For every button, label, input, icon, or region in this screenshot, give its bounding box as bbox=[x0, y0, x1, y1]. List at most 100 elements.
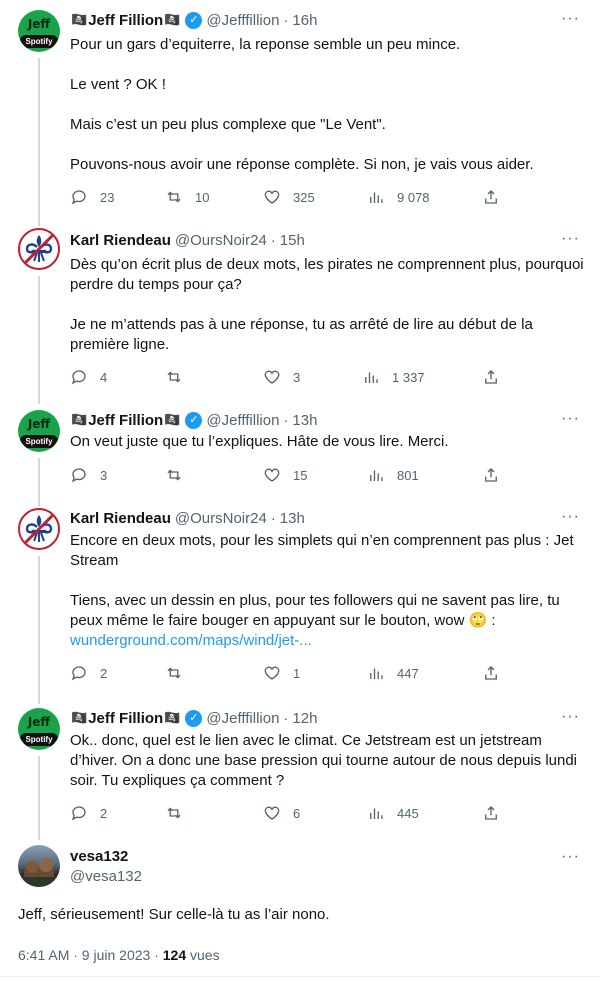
tweet-header: 🏴‍☠️ Jeff Fillion 🏴‍☠️ ✓ @Jefffillion · … bbox=[71, 411, 318, 429]
author-name[interactable]: Karl Riendeau bbox=[70, 232, 171, 249]
reply-button[interactable]: 2 bbox=[70, 804, 107, 822]
tweet-text: Dès qu’on écrit plus de deux mots, les p… bbox=[70, 256, 584, 353]
like-icon bbox=[264, 468, 280, 482]
retweet-button[interactable] bbox=[165, 804, 195, 822]
author-handle[interactable]: @vesa132 bbox=[70, 868, 142, 885]
tweet-time[interactable]: 15h bbox=[280, 232, 305, 249]
retweet-icon bbox=[167, 807, 181, 819]
author-handle[interactable]: @Jefffillion bbox=[206, 710, 279, 727]
share-button[interactable] bbox=[482, 188, 500, 206]
like-button[interactable]: 325 bbox=[263, 188, 315, 206]
tweet-time[interactable]: 16h bbox=[292, 12, 317, 29]
retweet-button[interactable] bbox=[165, 664, 195, 682]
tweet-time[interactable]: 13h bbox=[292, 412, 317, 429]
avatar[interactable]: Jeff Spotify bbox=[18, 708, 60, 750]
avatar[interactable] bbox=[18, 845, 60, 887]
tweet-actions: 2 6 445 bbox=[70, 804, 530, 824]
retweet-button[interactable] bbox=[165, 466, 195, 484]
author-handle[interactable]: @Jefffillion bbox=[206, 12, 279, 29]
tweet-meta: 6:41 AM · 9 juin 2023 · 124 vues bbox=[18, 947, 220, 963]
more-icon[interactable]: ··· bbox=[561, 708, 580, 726]
share-button[interactable] bbox=[482, 466, 500, 484]
more-icon[interactable]: ··· bbox=[561, 230, 580, 248]
author-name[interactable]: vesa132 bbox=[70, 848, 128, 865]
views-icon bbox=[370, 668, 383, 679]
like-button[interactable]: 6 bbox=[263, 804, 300, 822]
tweet-header: 🏴‍☠️ Jeff Fillion 🏴‍☠️ ✓ @Jefffillion · … bbox=[71, 11, 318, 29]
share-button[interactable] bbox=[482, 664, 500, 682]
retweet-icon bbox=[167, 371, 181, 383]
retweet-button[interactable]: 10 bbox=[165, 188, 209, 206]
retweet-button[interactable] bbox=[165, 368, 195, 386]
views-button[interactable]: 447 bbox=[367, 664, 419, 682]
fleur-de-lis-icon bbox=[23, 513, 55, 545]
link-url[interactable]: wunderground.com/maps/wind/jet-... bbox=[70, 631, 588, 651]
like-icon bbox=[264, 370, 280, 384]
avatar[interactable] bbox=[18, 508, 60, 550]
views-button[interactable]: 9 078 bbox=[367, 188, 430, 206]
views-button[interactable]: 801 bbox=[367, 466, 419, 484]
views-icon bbox=[370, 192, 383, 203]
reply-icon bbox=[71, 806, 86, 821]
author-handle[interactable]: @OursNoir24 bbox=[175, 510, 267, 527]
verified-icon: ✓ bbox=[185, 709, 203, 727]
share-button[interactable] bbox=[482, 368, 500, 386]
pirate-flag-icon: 🏴‍☠️ bbox=[71, 710, 88, 725]
views-icon bbox=[370, 808, 383, 819]
reply-icon bbox=[71, 370, 86, 385]
author-name[interactable]: Jeff Fillion bbox=[88, 12, 163, 29]
spotify-badge: Spotify bbox=[20, 435, 58, 448]
tweet-text: Pour un gars d’equiterre, la reponse sem… bbox=[70, 36, 534, 173]
views-button[interactable]: 1 337 bbox=[362, 368, 425, 386]
reply-icon bbox=[71, 468, 86, 483]
author-name[interactable]: Jeff Fillion bbox=[88, 710, 163, 727]
tweet-text: Ok.. donc, quel est le lien avec le clim… bbox=[70, 732, 578, 789]
retweet-icon bbox=[167, 469, 181, 481]
share-icon bbox=[485, 666, 497, 680]
reply-button[interactable]: 4 bbox=[70, 368, 107, 386]
more-icon[interactable]: ··· bbox=[561, 848, 580, 866]
avatar[interactable]: Jeff Spotify bbox=[18, 10, 60, 52]
spotify-badge: Spotify bbox=[20, 35, 58, 48]
tweet-actions: 3 15 801 bbox=[70, 466, 530, 486]
reply-button[interactable]: 2 bbox=[70, 664, 107, 682]
share-icon bbox=[485, 468, 497, 482]
tweet-actions: 4 3 1 337 bbox=[70, 368, 530, 388]
views-icon bbox=[370, 470, 383, 481]
more-icon[interactable]: ··· bbox=[561, 410, 580, 428]
pirate-flag-icon: 🏴‍☠️ bbox=[164, 412, 181, 427]
like-button[interactable]: 15 bbox=[263, 466, 307, 484]
photo-avatar-icon bbox=[18, 858, 60, 887]
tweet-time[interactable]: 12h bbox=[292, 710, 317, 727]
pirate-flag-icon: 🏴‍☠️ bbox=[71, 12, 88, 27]
share-button[interactable] bbox=[482, 804, 500, 822]
more-icon[interactable]: ··· bbox=[561, 508, 580, 526]
reply-button[interactable]: 3 bbox=[70, 466, 107, 484]
like-icon bbox=[264, 806, 280, 820]
thread-line bbox=[38, 58, 40, 226]
more-icon[interactable]: ··· bbox=[561, 10, 580, 28]
author-handle[interactable]: @Jefffillion bbox=[206, 412, 279, 429]
author-name[interactable]: Karl Riendeau bbox=[70, 510, 171, 527]
like-button[interactable]: 1 bbox=[263, 664, 300, 682]
views-count: 124 bbox=[162, 947, 187, 963]
share-icon bbox=[485, 190, 497, 204]
views-button[interactable]: 445 bbox=[367, 804, 419, 822]
avatar[interactable] bbox=[18, 228, 60, 270]
tweet-time[interactable]: 13h bbox=[280, 510, 305, 527]
thread-line bbox=[38, 556, 40, 704]
verified-icon: ✓ bbox=[185, 411, 203, 429]
tweet-text: On veut juste que tu l’expliques. Hâte d… bbox=[70, 433, 449, 450]
like-icon bbox=[264, 666, 280, 680]
author-name[interactable]: Jeff Fillion bbox=[88, 412, 163, 429]
spotify-badge: Spotify bbox=[20, 733, 58, 746]
tweet-header: Karl Riendeau @OursNoir24 · 15h bbox=[70, 231, 305, 249]
share-icon bbox=[485, 806, 497, 820]
author-handle[interactable]: @OursNoir24 bbox=[175, 232, 267, 249]
like-button[interactable]: 3 bbox=[263, 368, 300, 386]
tweet-header: 🏴‍☠️ Jeff Fillion 🏴‍☠️ ✓ @Jefffillion · … bbox=[71, 709, 318, 727]
tweet-date[interactable]: 6:41 AM · 9 juin 2023 · bbox=[18, 947, 163, 963]
reply-button[interactable]: 23 bbox=[70, 188, 114, 206]
avatar[interactable]: Jeff Spotify bbox=[18, 410, 60, 452]
share-icon bbox=[485, 370, 497, 384]
